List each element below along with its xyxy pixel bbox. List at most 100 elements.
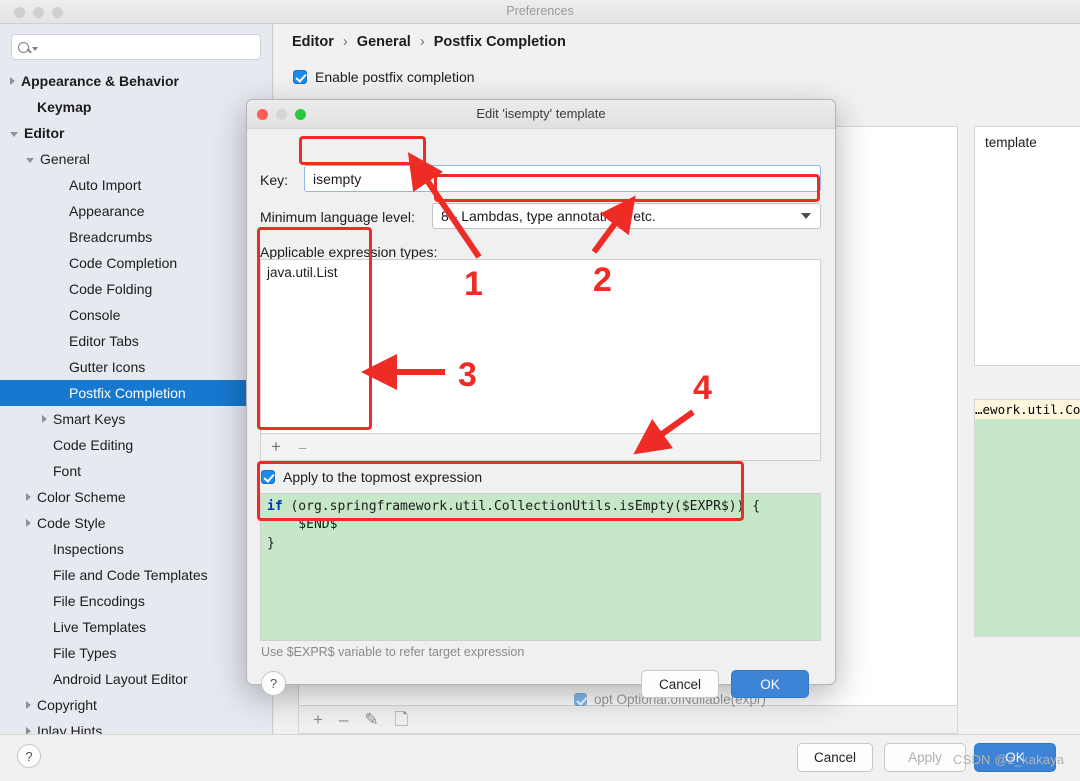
template-code-preview-panel: …ework.util.CollectionUtils.isE — [974, 399, 1080, 637]
sidebar-item-inspections[interactable]: Inspections — [0, 536, 272, 562]
dialog-title: Edit 'isempty' template — [476, 106, 606, 121]
search-icon — [18, 41, 29, 53]
search-box[interactable] — [11, 34, 261, 60]
sidebar-item-postfix-completion[interactable]: Postfix Completion — [0, 380, 272, 406]
chevron-right-icon[interactable] — [26, 519, 31, 527]
breadcrumb-separator-2: › — [419, 34, 425, 50]
sidebar-item-code-folding[interactable]: Code Folding — [0, 276, 272, 302]
add-icon[interactable]: + — [271, 437, 281, 457]
window-title: Preferences — [506, 4, 574, 18]
sidebar-item-label: Postfix Completion — [69, 385, 186, 401]
sidebar-item-label: Code Style — [37, 515, 106, 531]
sidebar-item-file-encodings[interactable]: File Encodings — [0, 588, 272, 614]
chevron-right-icon[interactable] — [26, 727, 31, 734]
enable-postfix-label: Enable postfix completion — [315, 69, 475, 85]
min-language-level-select[interactable]: 8 - Lambdas, type annotations etc. — [432, 203, 821, 229]
edit-icon[interactable]: ✎ — [364, 711, 378, 728]
sidebar-item-label: Editor — [24, 125, 65, 141]
min-language-level-label: Minimum language level: — [260, 209, 415, 225]
dialog-ok-button[interactable]: OK — [731, 670, 809, 698]
sidebar-item-label: Font — [53, 463, 82, 479]
list-item[interactable]: java.util.List — [267, 265, 814, 280]
list-item-checkbox[interactable] — [574, 693, 587, 706]
expr-variable-hint: Use $EXPR$ variable to refer target expr… — [261, 645, 525, 659]
edit-template-dialog: Edit 'isempty' template Key: Minimum lan… — [246, 99, 836, 698]
sidebar-item-gutter-icons[interactable]: Gutter Icons — [0, 354, 272, 380]
sidebar-item-label: Gutter Icons — [69, 359, 146, 375]
chevron-right-icon[interactable] — [10, 77, 15, 85]
sidebar-item-file-and-code-templates[interactable]: File and Code Templates — [0, 562, 272, 588]
sidebar-item-editor-tabs[interactable]: Editor Tabs — [0, 328, 272, 354]
sidebar-item-label: Code Completion — [69, 255, 178, 271]
sidebar-item-label: Keymap — [37, 99, 92, 115]
sidebar-item-label: File Encodings — [53, 593, 145, 609]
chevron-down-icon[interactable] — [10, 131, 18, 137]
settings-sidebar: Appearance & Behavior Keymap Editor General… — [0, 24, 273, 734]
apply-topmost-row[interactable]: Apply to the topmost expression — [261, 469, 482, 485]
template-preview-text: template — [985, 135, 1037, 150]
sidebar-item-copyright[interactable]: Copyright — [0, 692, 272, 718]
chevron-right-icon[interactable] — [42, 415, 47, 423]
sidebar-item-auto-import[interactable]: Auto Import — [0, 172, 272, 198]
cancel-button[interactable]: Cancel — [797, 743, 873, 772]
sidebar-item-file-types[interactable]: File Types — [0, 640, 272, 666]
add-icon[interactable]: + — [313, 711, 323, 728]
expression-types-toolbar[interactable]: + – — [260, 434, 821, 461]
postfix-template-list-toolbar[interactable]: + – ✎ 🗋 — [298, 706, 958, 734]
template-code-editor[interactable]: if (org.springframework.util.CollectionU… — [260, 493, 821, 641]
breadcrumb-leaf: Postfix Completion — [433, 34, 566, 50]
breadcrumb-root[interactable]: Editor — [292, 34, 334, 50]
sidebar-item-label: Auto Import — [69, 177, 142, 193]
sidebar-item-code-completion[interactable]: Code Completion — [0, 250, 272, 276]
dialog-body: Key: Minimum language level: 8 - Lambdas… — [247, 129, 835, 698]
sidebar-item-label: Smart Keys — [53, 411, 126, 427]
chevron-down-icon[interactable] — [26, 157, 34, 163]
sidebar-item-editor[interactable]: Editor — [0, 120, 272, 146]
sidebar-item-label: Breadcrumbs — [69, 229, 153, 245]
sidebar-item-appearance[interactable]: Appearance — [0, 198, 272, 224]
sidebar-item-label: Inspections — [53, 541, 124, 557]
breadcrumb: Editor › General › Postfix Completion — [292, 34, 566, 50]
sidebar-item-code-style[interactable]: Code Style — [0, 510, 272, 536]
sidebar-item-smart-keys[interactable]: Smart Keys — [0, 406, 272, 432]
chevron-right-icon[interactable] — [26, 701, 31, 709]
chevron-down-icon — [32, 47, 38, 51]
sidebar-item-label: Copyright — [37, 697, 97, 713]
sidebar-item-keymap[interactable]: Keymap — [0, 94, 272, 120]
enable-postfix-checkbox[interactable] — [293, 70, 307, 84]
sidebar-item-color-scheme[interactable]: Color Scheme — [0, 484, 272, 510]
settings-tree: Appearance & Behavior Keymap Editor General… — [0, 66, 272, 734]
code-line1-rest: (org.springframework.util.CollectionUtil… — [282, 499, 761, 514]
dialog-help-button[interactable]: ? — [261, 671, 286, 696]
sidebar-item-label: General — [40, 151, 90, 167]
sidebar-item-code-editing[interactable]: Code Editing — [0, 432, 272, 458]
sidebar-item-breadcrumbs[interactable]: Breadcrumbs — [0, 224, 272, 250]
dialog-cancel-button[interactable]: Cancel — [641, 670, 719, 698]
sidebar-item-console[interactable]: Console — [0, 302, 272, 328]
search-input[interactable] — [43, 40, 254, 54]
sidebar-item-live-templates[interactable]: Live Templates — [0, 614, 272, 640]
key-label: Key: — [260, 172, 289, 188]
code-keyword: if — [267, 499, 283, 514]
duplicate-icon[interactable]: 🗋 — [395, 711, 409, 728]
sidebar-item-label: File Types — [53, 645, 117, 661]
sidebar-item-label: Console — [69, 307, 121, 323]
sidebar-item-label: Inlay Hints — [37, 723, 103, 734]
remove-icon[interactable]: – — [339, 711, 348, 728]
apply-topmost-checkbox[interactable] — [261, 470, 275, 484]
template-code-preview-line: …ework.util.CollectionUtils.isE — [975, 400, 1080, 419]
applicable-expression-types-list[interactable]: java.util.List — [260, 259, 821, 434]
sidebar-item-font[interactable]: Font — [0, 458, 272, 484]
sidebar-item-general[interactable]: General — [0, 146, 272, 172]
sidebar-item-android-layout-editor[interactable]: Android Layout Editor — [0, 666, 272, 692]
dialog-titlebar: Edit 'isempty' template — [247, 100, 835, 129]
remove-icon[interactable]: – — [299, 440, 306, 455]
sidebar-item-label: Appearance & Behavior — [21, 73, 179, 89]
help-button[interactable]: ? — [17, 744, 41, 768]
sidebar-item-inlay-hints[interactable]: Inlay Hints — [0, 718, 272, 734]
sidebar-item-appearance-behavior[interactable]: Appearance & Behavior — [0, 68, 272, 94]
key-input[interactable] — [304, 165, 821, 192]
breadcrumb-mid[interactable]: General — [357, 34, 411, 50]
enable-postfix-completion-row[interactable]: Enable postfix completion — [293, 69, 475, 85]
chevron-right-icon[interactable] — [26, 493, 31, 501]
